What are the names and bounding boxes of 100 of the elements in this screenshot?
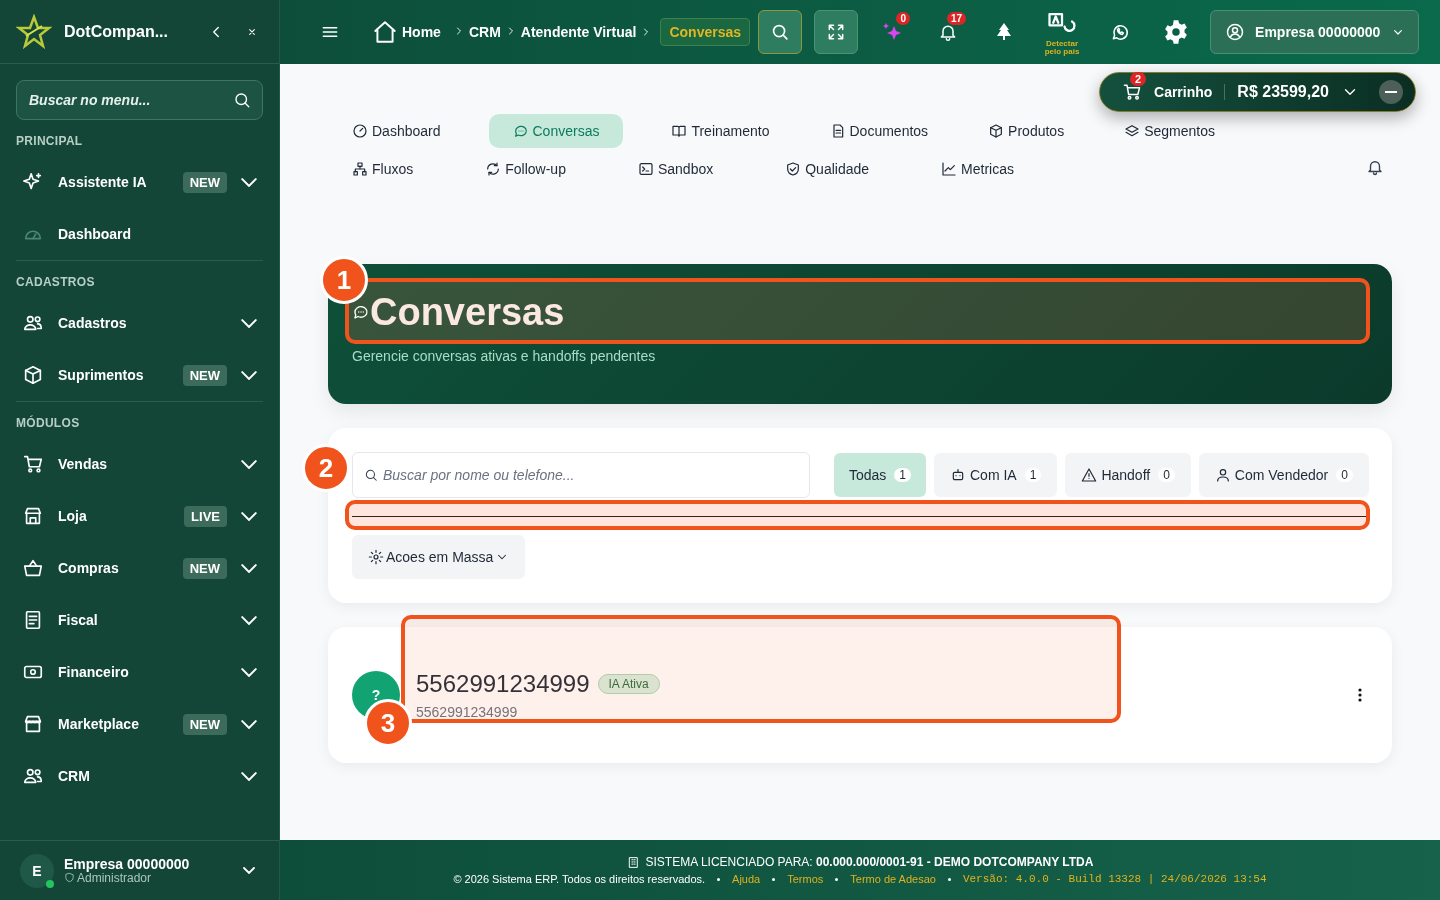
box-icon <box>22 364 44 386</box>
nav-tab[interactable]: Conversas <box>488 114 624 148</box>
tour-step-badge: 1 <box>320 256 368 304</box>
user-circle-icon <box>1225 22 1246 42</box>
section-heading: PRINCIPAL <box>15 133 84 150</box>
ai-sparkle-button[interactable]: 0 <box>870 10 915 54</box>
gauge-icon <box>352 123 368 139</box>
sidebar-item[interactable]: Suprimentos NEW <box>0 349 279 401</box>
nav-tab[interactable]: Follow-up <box>473 152 578 186</box>
box-icon <box>988 123 1005 139</box>
cart-count-badge: 2 <box>1130 72 1147 86</box>
building-icon <box>626 855 640 869</box>
brand-name: DotCompan... <box>64 22 169 41</box>
cart-icon <box>1122 82 1142 102</box>
search-icon <box>364 468 378 482</box>
sidebar-item[interactable]: CRM <box>0 750 279 802</box>
breadcrumb-link[interactable]: CRM <box>468 24 501 40</box>
user-name: Empresa 00000000 <box>64 856 191 872</box>
license-text: SISTEMA LICENCIADO PARA: 00.000.000/0001-91 - DEMO DOTCOMPANY LTDA <box>645 855 1094 869</box>
menu-search-field[interactable]: Buscar no menu... <box>16 80 263 120</box>
version-text: Versão: 4.0.0 - Build 13328 | 24/06/2026 13:54 <box>962 873 1267 885</box>
nav-tab[interactable]: Qualidade <box>773 152 882 186</box>
breadcrumb-current: Conversas <box>660 18 751 46</box>
nav-tab[interactable]: Produtos <box>976 114 1077 148</box>
bulk-actions-button[interactable]: Acoes em Massa <box>352 535 526 579</box>
status-badge: NEW <box>182 171 227 193</box>
footer-link[interactable]: Termos <box>787 873 824 885</box>
basket-icon <box>22 557 44 579</box>
sidebar-item[interactable]: Financeiro <box>0 646 279 698</box>
breadcrumb-link[interactable]: Home <box>402 24 441 40</box>
star-logo-icon <box>16 13 52 50</box>
filter-tab[interactable]: Com IA 1 <box>934 453 1058 497</box>
notifications-button[interactable]: 17 <box>926 10 971 54</box>
user-role: Administrador <box>77 871 152 885</box>
nav-tab[interactable]: Segmentos <box>1112 114 1227 148</box>
status-badge: NEW <box>182 364 227 386</box>
chat-bubble-icon <box>352 303 370 321</box>
bell-icon <box>1366 158 1384 176</box>
breadcrumb-link[interactable]: Atendente Virtual <box>520 24 637 40</box>
robot-icon <box>950 467 966 483</box>
nav-tab[interactable]: Treinamento <box>659 114 782 148</box>
fullscreen-button[interactable] <box>814 10 859 54</box>
filter-tab[interactable]: Todas 1 <box>834 453 926 497</box>
count-badge: 17 <box>946 12 967 25</box>
filter-tab[interactable]: Com Vendedor 0 <box>1198 453 1369 497</box>
shop-icon <box>22 713 44 735</box>
page-subtitle: Gerencie conversas ativas e handoffs pendentes <box>352 348 657 364</box>
more-vertical-icon <box>1358 688 1362 702</box>
cart-label: Carrinho <box>1154 84 1226 100</box>
sidebar-item[interactable]: Dashboard <box>0 208 279 260</box>
refresh-icon <box>485 161 502 177</box>
minus-icon <box>1385 91 1397 93</box>
count-badge: 0 <box>1336 468 1353 482</box>
nav-tab[interactable]: Metricas <box>929 152 1026 186</box>
shield-check-icon <box>785 161 802 177</box>
status-badge: LIVE <box>184 505 227 527</box>
sidebar-item[interactable]: Compras NEW <box>0 542 279 594</box>
hierarchy-icon <box>352 161 368 177</box>
footer-link[interactable]: Ajuda <box>732 873 761 885</box>
sidebar-item[interactable]: Loja LIVE <box>0 490 279 542</box>
cart-icon <box>22 453 44 475</box>
count-badge: 1 <box>1024 468 1042 482</box>
sidebar-item[interactable]: Fiscal <box>0 594 279 646</box>
footer-link[interactable]: Termo de Adesao <box>850 873 936 885</box>
tour-step-badge: 2 <box>302 444 350 492</box>
nav-tab[interactable]: Dashboard <box>340 114 453 148</box>
store-icon <box>22 505 44 527</box>
contact-name: 5562991234999 <box>416 670 590 698</box>
nav-tab[interactable]: Fluxos <box>340 152 426 186</box>
warning-icon <box>1081 467 1098 483</box>
company-selector[interactable]: Empresa 00000000 <box>1210 10 1420 54</box>
filter-tab[interactable]: Handoff 0 <box>1065 453 1191 497</box>
book-icon <box>671 123 688 139</box>
terminal-icon <box>637 161 654 177</box>
line-chart-icon <box>941 161 958 177</box>
person-icon <box>1214 467 1231 483</box>
user-avatar: E <box>20 853 54 888</box>
cart-total: R$ 23599,20 <box>1237 83 1329 101</box>
search-icon <box>233 91 251 109</box>
sidebar-item[interactable]: Cadastros <box>0 297 279 349</box>
status-tag: IA Ativa <box>597 674 660 694</box>
nav-tab[interactable]: Documentos <box>817 114 941 148</box>
home-icon <box>372 19 398 45</box>
sidebar-item[interactable]: Assistente IA NEW <box>0 156 279 208</box>
minimize-button[interactable] <box>1379 80 1403 104</box>
language-button[interactable]: Detectar pelo pais <box>1038 7 1087 57</box>
conversation-search-field[interactable]: Buscar por nome ou telefone... <box>352 452 810 498</box>
count-badge: 0 <box>896 12 911 25</box>
page-title: Conversas <box>370 290 565 334</box>
sidebar-item[interactable]: Vendas <box>0 438 279 490</box>
section-heading: CADASTROS <box>16 274 96 291</box>
cart-bar[interactable]: 2 Carrinho R$ 23599,20 <box>1099 72 1416 112</box>
quick-search-button[interactable] <box>758 10 803 54</box>
section-heading: MÓDULOS <box>16 414 81 432</box>
nav-tab[interactable]: Sandbox <box>625 152 726 186</box>
status-badge: NEW <box>182 557 227 579</box>
copyright-text: © 2026 Sistema ERP. Todos os direitos reservados. <box>453 873 706 885</box>
layers-icon <box>1124 123 1141 139</box>
sidebar-item[interactable]: Marketplace NEW <box>0 698 279 750</box>
count-badge: 0 <box>1158 468 1175 482</box>
